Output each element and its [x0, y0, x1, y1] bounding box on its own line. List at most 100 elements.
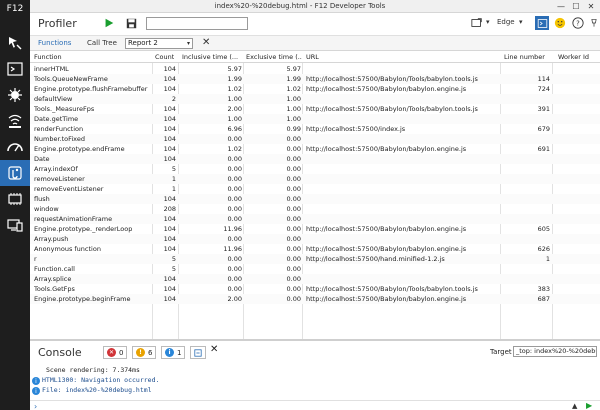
expand-input-icon[interactable]: ▲	[572, 402, 577, 410]
table-row[interactable]: Date 104 0.00 0.00	[30, 154, 600, 164]
debugger-icon[interactable]	[0, 82, 30, 108]
save-icon[interactable]	[124, 16, 138, 30]
table-row[interactable]: Function.call 5 0.00 0.00	[30, 264, 600, 274]
table-row[interactable]: requestAnimationFrame 104 0.00 0.00	[30, 214, 600, 224]
error-filter-button[interactable]: ✕ 0	[103, 346, 128, 359]
cell-line-number: 1	[545, 255, 550, 263]
minimize-button[interactable]: —	[555, 1, 567, 12]
table-row[interactable]: Array.push 104 0.00 0.00	[30, 234, 600, 244]
table-row[interactable]: r 5 0.00 0.00 http://localhost:57500/hand.mi…	[30, 254, 600, 264]
table-row[interactable]: Date.getTime 104 1.00 1.00	[30, 114, 600, 124]
cell-function: Function.call	[34, 265, 75, 273]
maximize-button[interactable]: ☐	[570, 1, 582, 12]
info-icon: i	[165, 348, 174, 357]
table-row[interactable]: removeEventListener 1 0.00 0.00	[30, 184, 600, 194]
error-count: 0	[119, 348, 124, 357]
table-row[interactable]: Array.indexOf 5 0.00 0.00	[30, 164, 600, 174]
cell-exclusive-time: 0.00	[286, 265, 301, 273]
cell-exclusive-time: 0.00	[286, 195, 301, 203]
table-row[interactable]: Array.splice 104 0.00 0.00	[30, 274, 600, 284]
cell-function: Date	[34, 155, 50, 163]
pin-icon[interactable]	[587, 16, 600, 30]
cell-inclusive-time: 0.00	[227, 265, 242, 273]
cell-inclusive-time: 0.00	[227, 135, 242, 143]
cell-inclusive-time: 1.00	[227, 95, 242, 103]
cell-count: 104	[163, 75, 176, 83]
table-row[interactable]: Anonymous function 104 11.96 0.00 http://loc…	[30, 244, 600, 254]
help-icon[interactable]: ?	[571, 16, 585, 30]
run-script-icon[interactable]: ▶	[586, 401, 592, 410]
dock-dropdown[interactable]: ▾	[486, 18, 490, 26]
console-toggle-icon[interactable]	[535, 16, 549, 30]
table-row[interactable]: Engine.prototype._renderLoop 104 11.96 0.00…	[30, 224, 600, 234]
table-row[interactable]: Engine.prototype.endFrame 104 1.02 0.00 http…	[30, 144, 600, 154]
message-filter-button[interactable]: i 1	[161, 346, 186, 359]
warning-icon: !	[136, 348, 145, 357]
column-header-worker[interactable]: Worker Id	[558, 52, 589, 62]
cell-inclusive-time: 0.00	[227, 185, 242, 193]
close-window-button[interactable]: ✕	[585, 1, 597, 12]
table-row[interactable]: Tools.QueueNewFrame 104 1.99 1.99 http://loc…	[30, 74, 600, 84]
edge-label[interactable]: Edge	[497, 18, 515, 26]
page-title: Profiler	[38, 17, 77, 30]
cell-inclusive-time: 0.00	[227, 275, 242, 283]
cell-function: flush	[34, 195, 50, 203]
dock-icon[interactable]	[470, 16, 484, 30]
table-row[interactable]: Number.toFixed 104 0.00 0.00	[30, 134, 600, 144]
table-row[interactable]: Tools._MeasureFps 104 2.00 1.00 http://local…	[30, 104, 600, 114]
column-header-exclusive[interactable]: Exclusive time (...	[246, 52, 302, 62]
memory-icon[interactable]	[0, 186, 30, 212]
smile-feedback-icon[interactable]	[553, 16, 567, 30]
cell-inclusive-time: 1.00	[227, 115, 242, 123]
emulation-icon[interactable]	[0, 212, 30, 238]
cell-count: 104	[163, 145, 176, 153]
network-icon[interactable]	[0, 108, 30, 134]
cell-exclusive-time: 0.00	[286, 205, 301, 213]
column-header-line[interactable]: Line number	[504, 52, 545, 62]
cell-inclusive-time: 0.00	[227, 255, 242, 263]
cell-inclusive-time: 11.96	[223, 245, 242, 253]
cell-function: Date.getTime	[34, 115, 79, 123]
cell-line-number: 605	[537, 225, 550, 233]
cell-count: 104	[163, 225, 176, 233]
table-row[interactable]: innerHTML 104 5.97 5.97	[30, 64, 600, 74]
clear-report-button[interactable]: ✕	[202, 37, 210, 48]
cell-function: Engine.prototype.beginFrame	[34, 295, 131, 303]
cell-count: 104	[163, 245, 176, 253]
cell-exclusive-time: 0.99	[286, 125, 301, 133]
cell-function: removeEventListener	[34, 185, 104, 193]
warning-filter-button[interactable]: ! 6	[132, 346, 157, 359]
edge-dropdown-caret[interactable]: ▾	[519, 18, 523, 26]
target-select[interactable]: _top: index%20-%20debug.html	[513, 346, 597, 357]
tab-call-tree[interactable]: Call Tree	[87, 39, 117, 47]
dom-explorer-icon[interactable]	[0, 30, 30, 56]
profiler-icon[interactable]	[0, 160, 30, 186]
column-header-url[interactable]: URL	[306, 52, 319, 62]
console-icon[interactable]	[0, 56, 30, 82]
table-row[interactable]: renderFunction 104 6.96 0.99 http://localhos…	[30, 124, 600, 134]
table-row[interactable]: removeListener 1 0.00 0.00	[30, 174, 600, 184]
report-select[interactable]: Report 2 ▾	[125, 38, 193, 49]
table-row[interactable]: defaultView 2 1.00 1.00	[30, 94, 600, 104]
clear-on-navigate-button[interactable]	[190, 346, 206, 359]
console-line: Scene rendering: 7.374ms	[46, 366, 140, 374]
table-row[interactable]: flush 104 0.00 0.00	[30, 194, 600, 204]
console-input[interactable]: › ▲ ▶	[30, 400, 600, 410]
clear-on-navigate-icon	[194, 348, 202, 357]
performance-icon[interactable]	[0, 134, 30, 160]
table-row[interactable]: Tools.GetFps 104 0.00 0.00 http://localhost:…	[30, 284, 600, 294]
column-header-inclusive[interactable]: Inclusive time (...	[182, 52, 242, 62]
cell-function: Array.push	[34, 235, 69, 243]
cell-count: 104	[163, 115, 176, 123]
play-icon[interactable]	[102, 16, 116, 30]
column-header-count[interactable]: Count	[155, 52, 174, 62]
column-header-function[interactable]: Function	[34, 52, 62, 62]
table-row[interactable]: window 208 0.00 0.00	[30, 204, 600, 214]
clear-console-button[interactable]: ✕	[210, 344, 218, 355]
tab-functions[interactable]: Functions	[38, 39, 71, 47]
table-row[interactable]: Engine.prototype.beginFrame 104 2.00 0.00 ht…	[30, 294, 600, 304]
cell-exclusive-time: 5.97	[286, 65, 301, 73]
search-input[interactable]	[146, 17, 248, 30]
cell-function: Engine.prototype.flushFramebuffer	[34, 85, 148, 93]
table-row[interactable]: Engine.prototype.flushFramebuffer 104 1.02…	[30, 84, 600, 94]
